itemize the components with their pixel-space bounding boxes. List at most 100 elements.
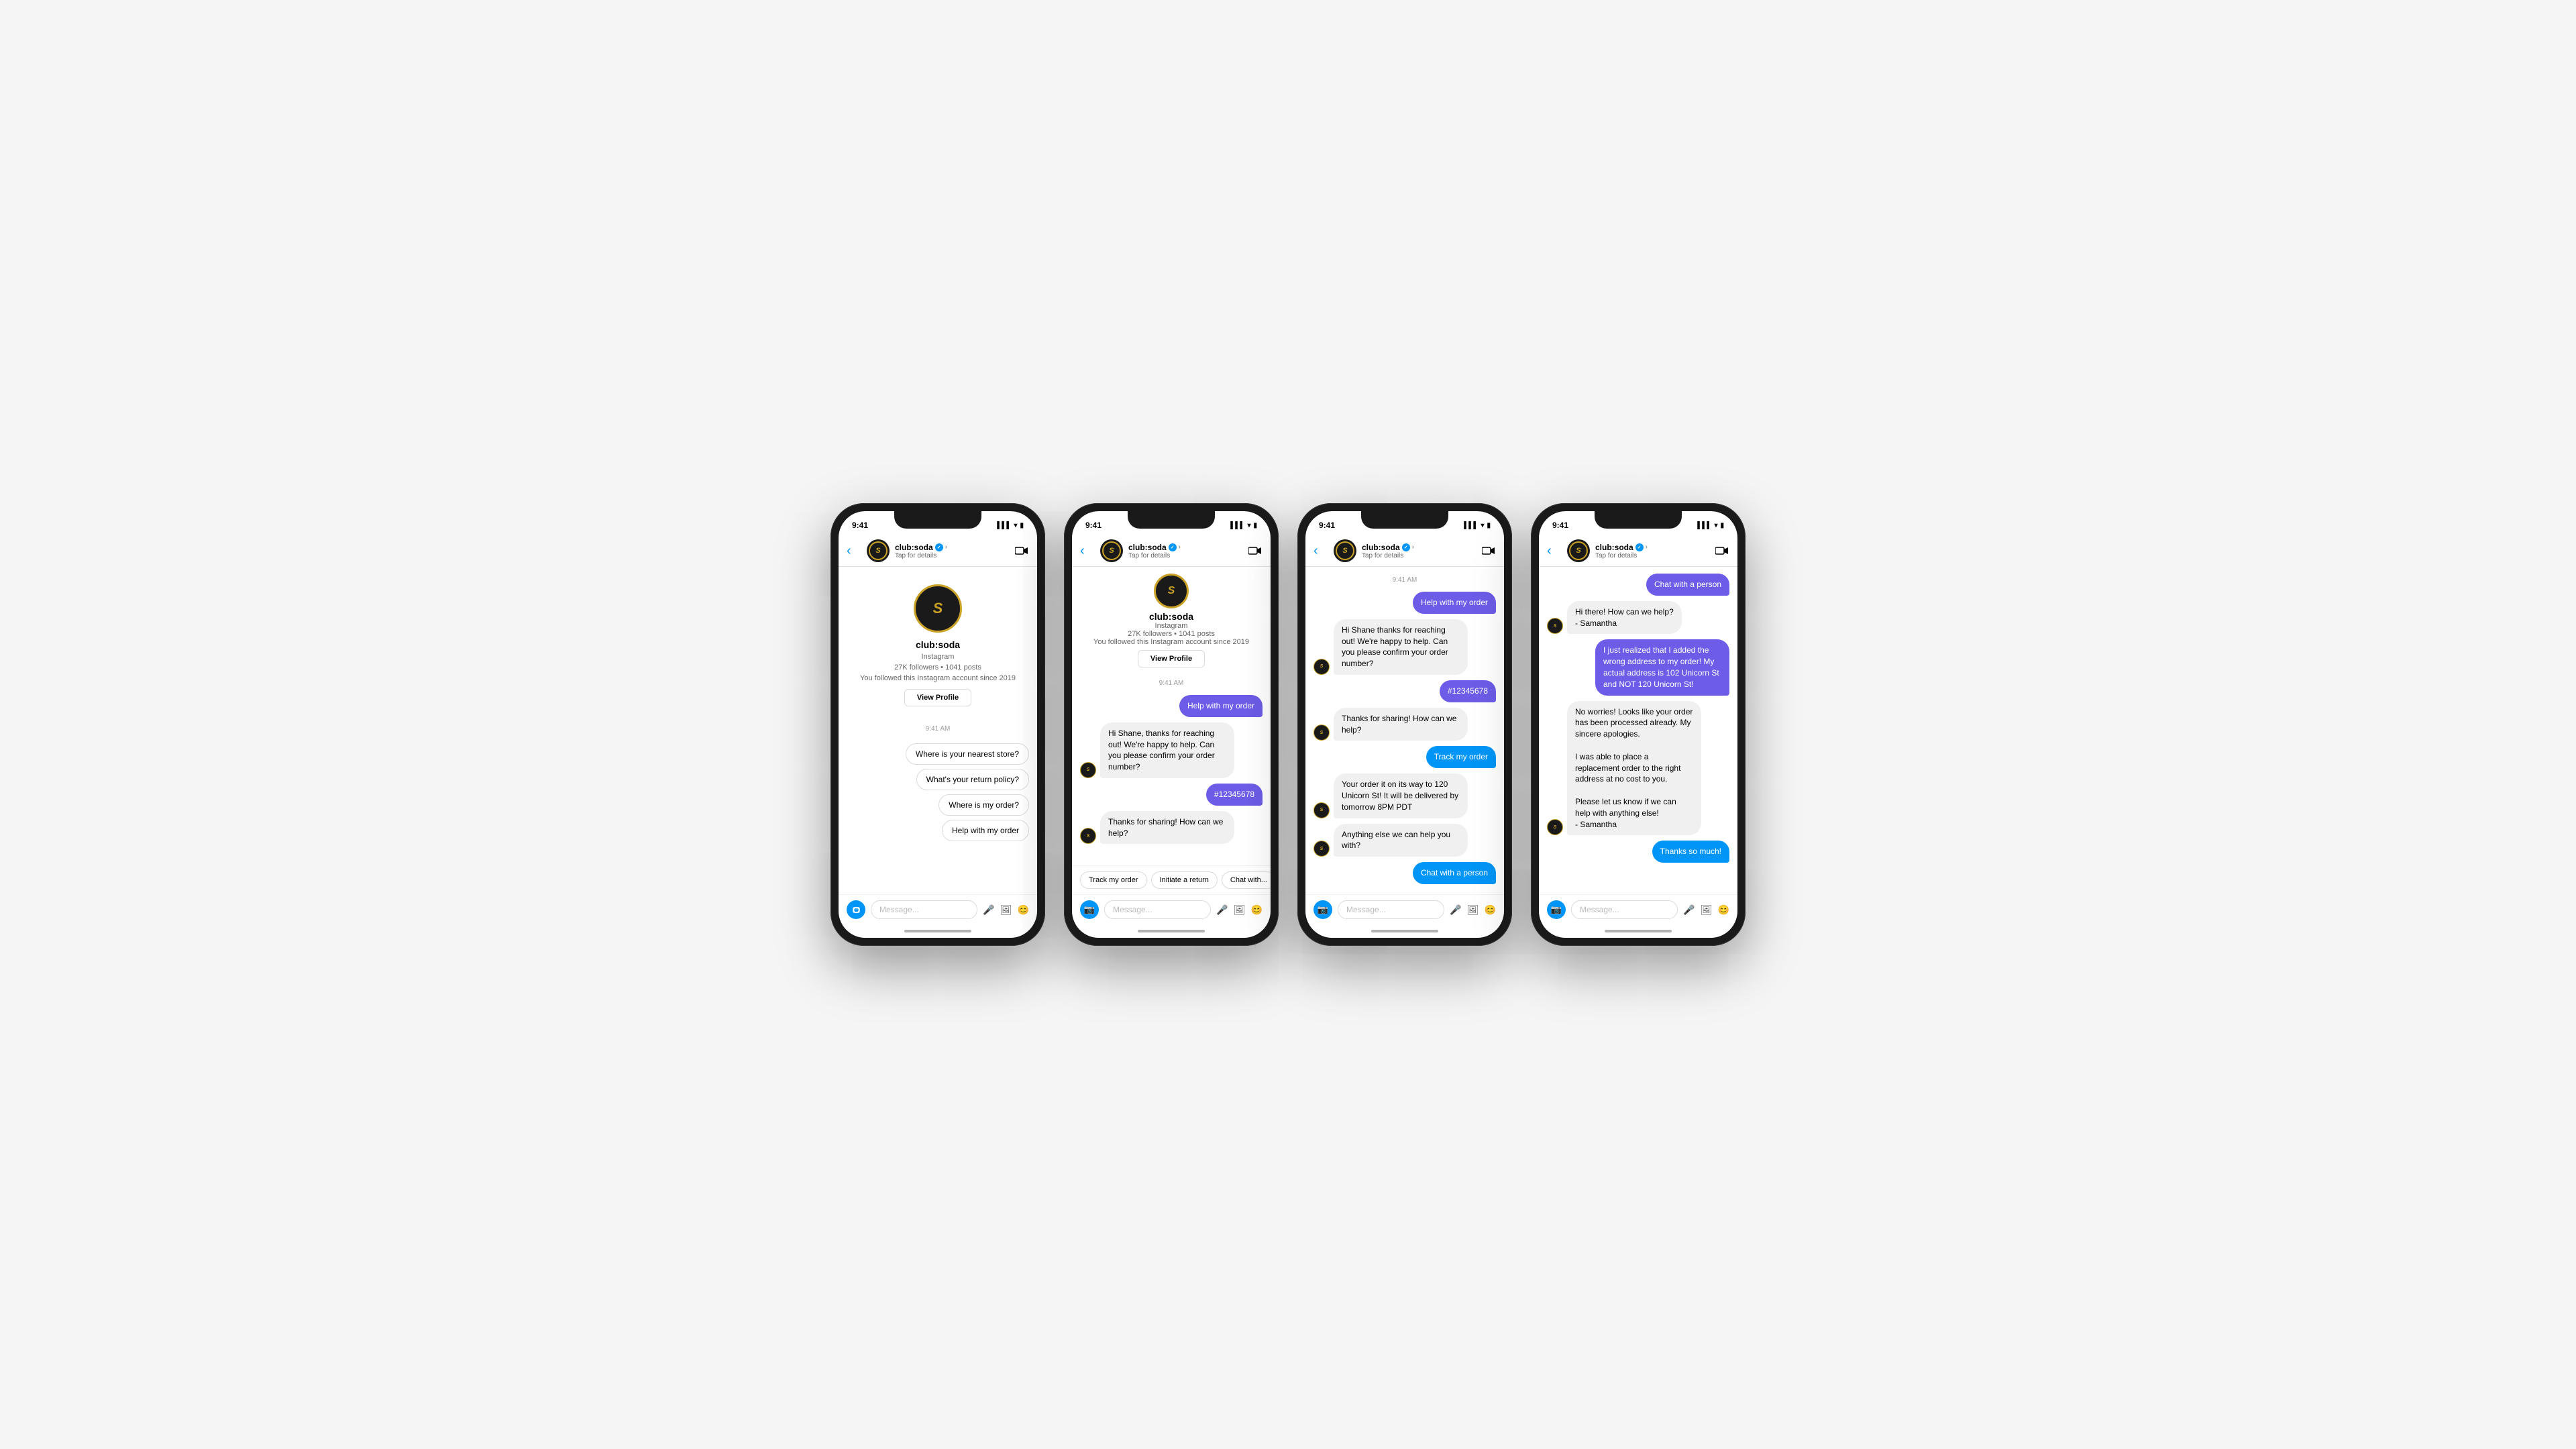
- nav-bar-4: ‹ S club:soda ✓ › Tap for details: [1539, 535, 1737, 567]
- emoji-icon-1[interactable]: 😊: [1018, 904, 1029, 916]
- quick-reply-where-order[interactable]: Where is my order?: [938, 794, 1029, 816]
- image-icon-3[interactable]: 🖼: [1467, 904, 1479, 916]
- time-1: 9:41: [852, 521, 868, 530]
- bubble-1-p4: Chat with a person: [1646, 574, 1729, 596]
- msg-av-4-p4: S: [1547, 819, 1563, 835]
- quick-reply-help-order[interactable]: Help with my order: [942, 820, 1029, 841]
- nav-avatar-2: S: [1100, 539, 1123, 562]
- battery-icon: ▮: [1020, 522, 1024, 529]
- msg-av-4-p3: S: [1313, 724, 1330, 741]
- image-icon-1[interactable]: 🖼: [1000, 904, 1012, 916]
- message-input-4[interactable]: Message...: [1571, 900, 1678, 919]
- bubble-3-p2: #12345678: [1206, 784, 1263, 806]
- bubble-4-p3: Thanks for sharing! How can we help?: [1334, 708, 1468, 741]
- emoji-icon-2[interactable]: 😊: [1251, 904, 1263, 916]
- msg-row-1-p2: Help with my order: [1080, 695, 1263, 717]
- bubble-8-p3: Chat with a person: [1413, 862, 1496, 884]
- phone-4: 9:41 ▌▌▌ ▾ ▮ ‹ S club:soda ✓ ›: [1531, 503, 1746, 946]
- video-icon-2[interactable]: [1248, 543, 1263, 558]
- msg-2-p4: S Hi there! How can we help? - Samantha: [1547, 601, 1729, 635]
- profile-followed-2: You followed this Instagram account sinc…: [1093, 638, 1249, 646]
- phone-3: 9:41 ▌▌▌ ▾ ▮ ‹ S club:soda ✓ ›: [1297, 503, 1512, 946]
- msg-7-p3: S Anything else we can help you with?: [1313, 824, 1496, 857]
- avatar-logo-2: S: [1102, 541, 1121, 560]
- mic-icon-1[interactable]: 🎤: [983, 904, 994, 916]
- profile-name-1: club:soda: [916, 639, 960, 650]
- nav-sub-1: Tap for details: [895, 552, 1009, 559]
- time-3: 9:41: [1319, 521, 1335, 530]
- verified-badge-1: ✓: [935, 543, 943, 551]
- video-icon-4[interactable]: [1715, 543, 1729, 558]
- message-input-2[interactable]: Message...: [1104, 900, 1211, 919]
- mic-icon-2[interactable]: 🎤: [1216, 904, 1228, 916]
- video-icon-3[interactable]: [1481, 543, 1496, 558]
- verified-badge-4: ✓: [1635, 543, 1644, 551]
- back-button-2[interactable]: ‹: [1080, 543, 1095, 559]
- bubble-2-p3: Hi Shane thanks for reaching out! We're …: [1334, 619, 1468, 675]
- avatar-logo-3: S: [1336, 541, 1354, 560]
- back-button-1[interactable]: ‹: [847, 543, 861, 559]
- wifi-icon-4: ▾: [1714, 522, 1717, 529]
- message-input-3[interactable]: Message...: [1338, 900, 1444, 919]
- back-button-3[interactable]: ‹: [1313, 543, 1328, 559]
- nav-sub-3: Tap for details: [1362, 552, 1476, 559]
- view-profile-button-2[interactable]: View Profile: [1138, 650, 1205, 667]
- input-icons-2: 🎤 🖼 😊: [1216, 904, 1263, 916]
- quick-reply-return-policy[interactable]: What's your return policy?: [916, 769, 1029, 790]
- view-profile-button[interactable]: View Profile: [904, 689, 971, 706]
- camera-button-3[interactable]: 📷: [1313, 900, 1332, 919]
- msg-8-p3: Chat with a person: [1313, 862, 1496, 884]
- wifi-icon: ▾: [1014, 522, 1017, 529]
- camera-button-1[interactable]: [847, 900, 865, 919]
- msg-av-2-p4: S: [1547, 618, 1563, 634]
- message-input-1[interactable]: Message...: [871, 900, 977, 919]
- camera-button-4[interactable]: 📷: [1547, 900, 1566, 919]
- msg-avatar-4-p2: S: [1080, 828, 1096, 844]
- camera-button-2[interactable]: 📷: [1080, 900, 1099, 919]
- chip-chat-2[interactable]: Chat with...: [1222, 871, 1271, 889]
- home-indicator-1: [839, 924, 1037, 938]
- msg-6-p3: S Your order it on its way to 120 Unicor…: [1313, 773, 1496, 818]
- video-icon-1[interactable]: [1014, 543, 1029, 558]
- input-icons-3: 🎤 🖼 😊: [1450, 904, 1496, 916]
- signal-icon-4: ▌▌▌: [1697, 522, 1711, 529]
- input-bar-2: 📷 Message... 🎤 🖼 😊: [1072, 894, 1271, 924]
- mic-icon-3[interactable]: 🎤: [1450, 904, 1461, 916]
- profile-avatar-2: S: [1154, 574, 1189, 608]
- chip-return-2[interactable]: Initiate a return: [1151, 871, 1218, 889]
- timestamp-2: 9:41 AM: [1080, 680, 1263, 687]
- msg-av-2-p3: S: [1313, 659, 1330, 675]
- msg-row-2-p2: S Hi Shane, thanks for reaching out! We'…: [1080, 722, 1263, 778]
- phone-2: 9:41 ▌▌▌ ▾ ▮ ‹ S club:soda ✓ ›: [1064, 503, 1279, 946]
- emoji-icon-4[interactable]: 😊: [1718, 904, 1729, 916]
- verified-badge-3: ✓: [1402, 543, 1410, 551]
- avatar-logo-1: S: [869, 541, 888, 560]
- back-button-4[interactable]: ‹: [1547, 543, 1562, 559]
- profile-name-2: club:soda: [1149, 611, 1193, 622]
- bubble-4-p2: Thanks for sharing! How can we help?: [1100, 811, 1234, 845]
- nav-name-4: club:soda ✓ ›: [1595, 543, 1709, 552]
- nav-info-1: club:soda ✓ › Tap for details: [895, 543, 1009, 559]
- bubble-5-p3: Track my order: [1426, 746, 1496, 768]
- image-icon-4[interactable]: 🖼: [1701, 904, 1713, 916]
- image-icon-2[interactable]: 🖼: [1234, 904, 1246, 916]
- battery-icon-2: ▮: [1253, 522, 1257, 529]
- msg-5-p4: Thanks so much!: [1547, 841, 1729, 863]
- quick-reply-nearest-store[interactable]: Where is your nearest store?: [906, 743, 1029, 765]
- wifi-icon-2: ▾: [1247, 522, 1250, 529]
- nav-sub-2: Tap for details: [1128, 552, 1242, 559]
- mic-icon-4[interactable]: 🎤: [1683, 904, 1695, 916]
- bubble-3-p3: #12345678: [1440, 680, 1496, 702]
- emoji-icon-3[interactable]: 😊: [1485, 904, 1496, 916]
- chip-track-2[interactable]: Track my order: [1080, 871, 1147, 889]
- profile-stats-2: 27K followers • 1041 posts: [1128, 630, 1215, 638]
- avatar-logo-4: S: [1569, 541, 1588, 560]
- profile-card-1: S club:soda Instagram 27K followers • 10…: [847, 574, 1029, 717]
- bubble-4-p4: No worries! Looks like your order has be…: [1567, 701, 1701, 836]
- phone-1: 9:41 ▌▌▌ ▾ ▮ ‹ S club:soda ✓ ›: [830, 503, 1045, 946]
- profile-platform-2: Instagram: [1155, 622, 1188, 630]
- nav-avatar-4: S: [1567, 539, 1590, 562]
- bubble-3-p4: I just realized that I added the wrong a…: [1595, 639, 1729, 695]
- nav-name-3: club:soda ✓ ›: [1362, 543, 1476, 552]
- msg-1-p3: Help with my order: [1313, 592, 1496, 614]
